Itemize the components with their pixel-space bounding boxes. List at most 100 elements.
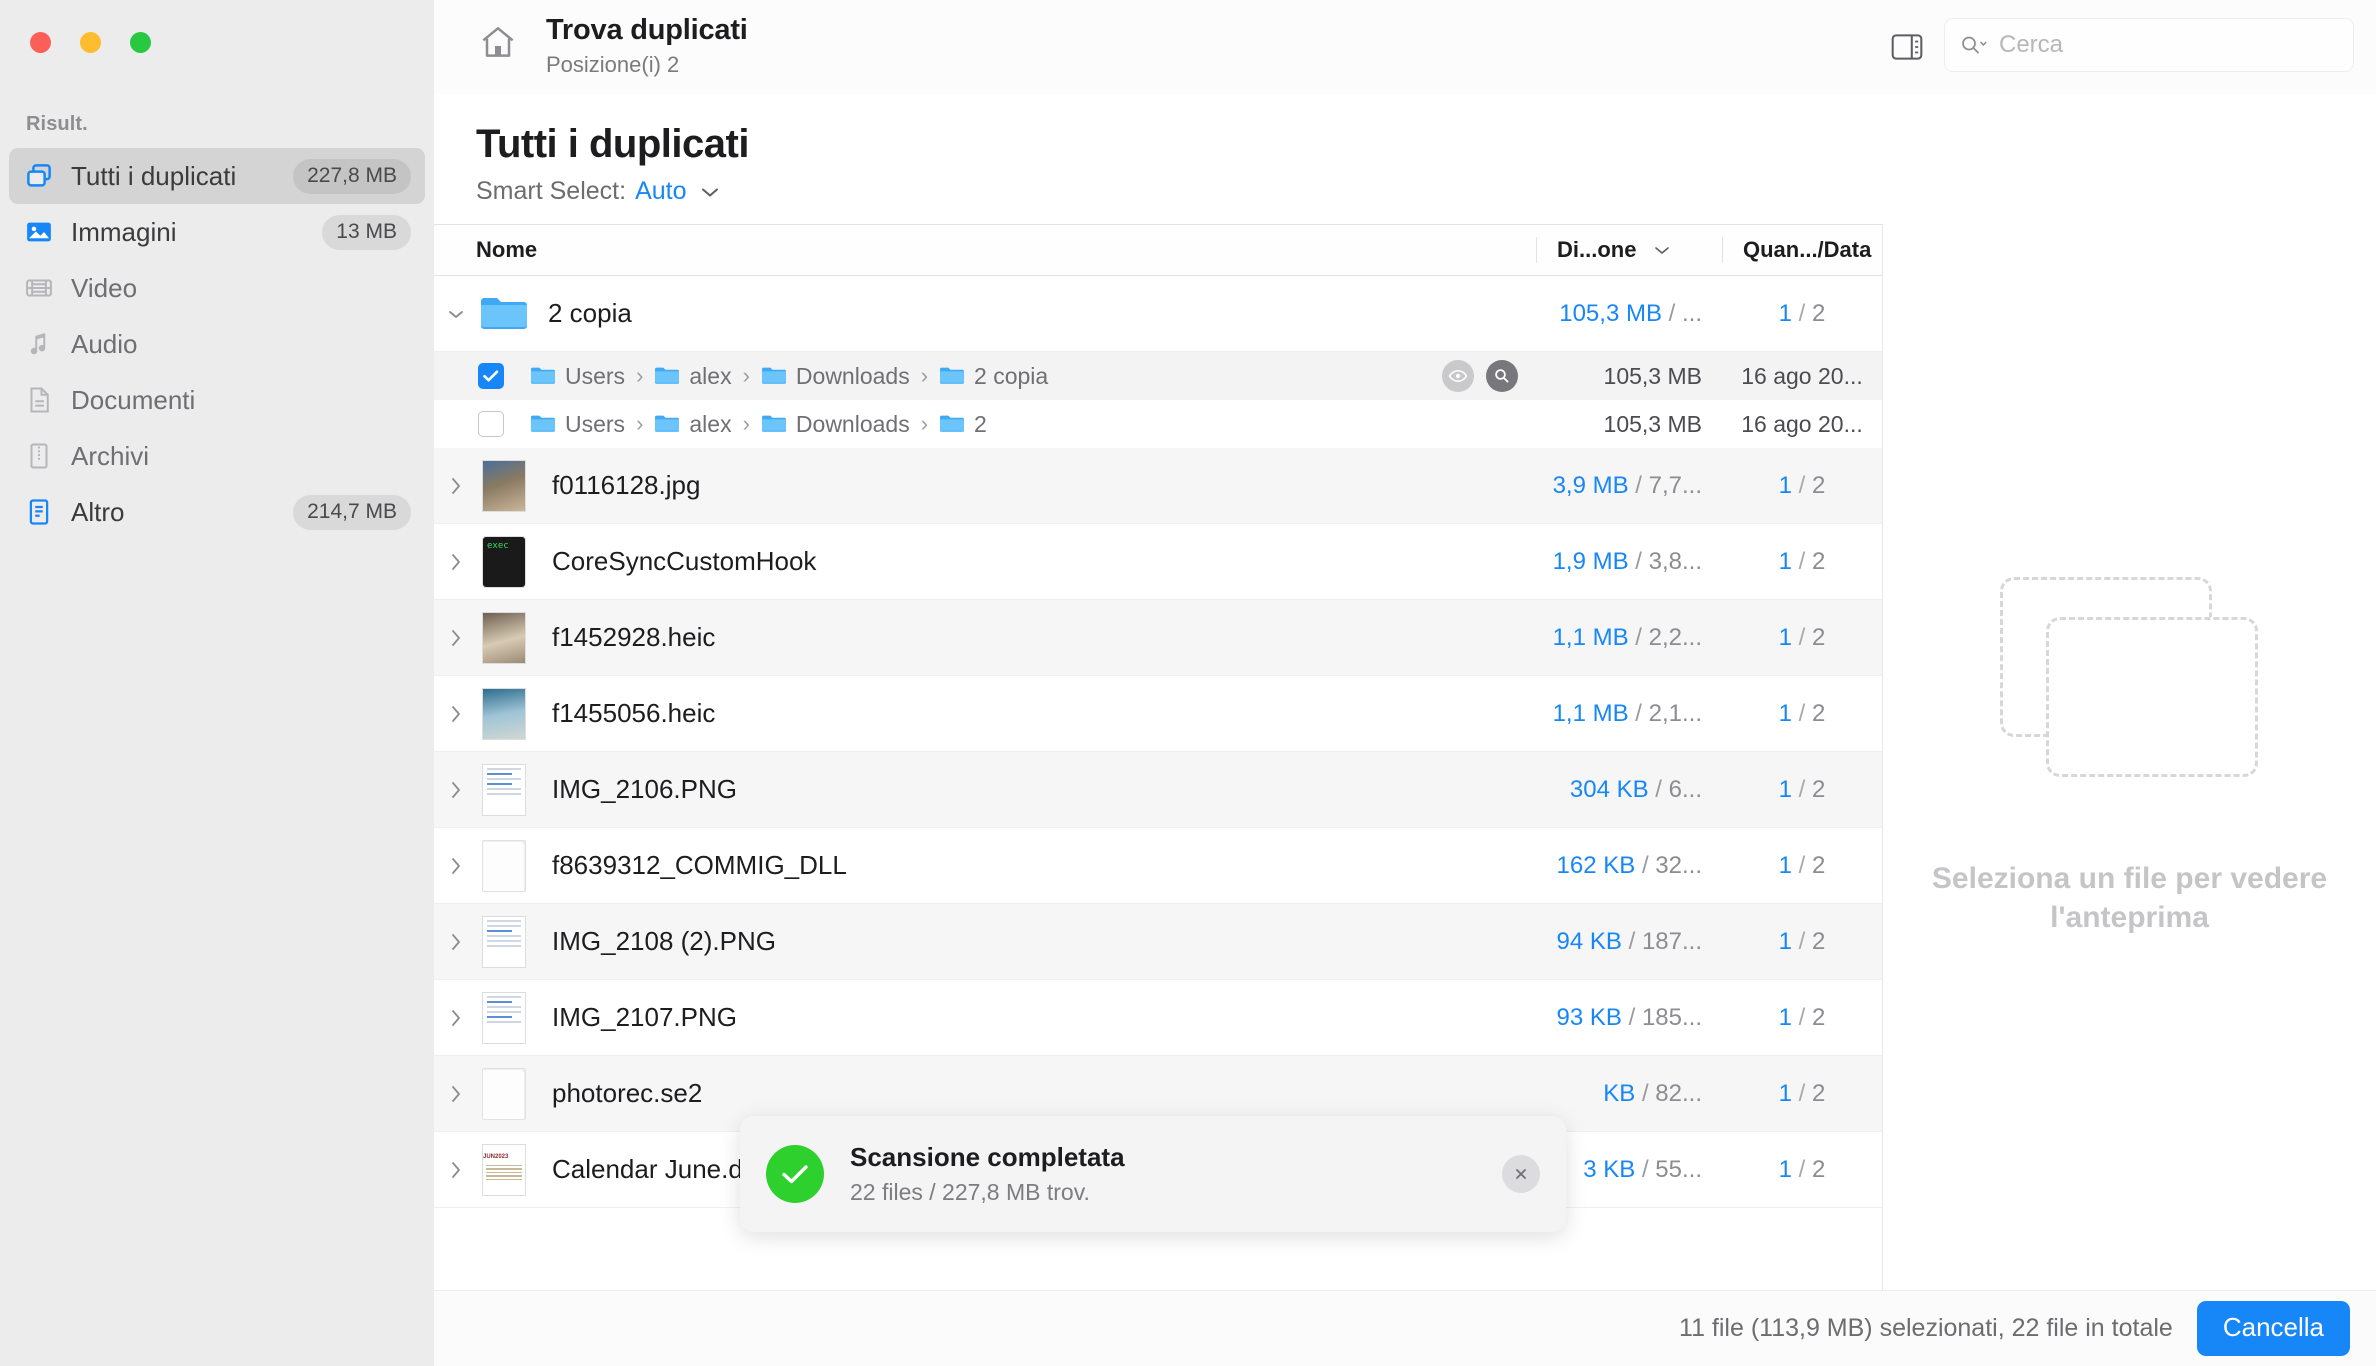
toast-body: Scansione completata 22 files / 227,8 MB… [850,1142,1502,1206]
chevron-right-icon[interactable] [434,1007,478,1029]
chevron-right-icon[interactable] [434,551,478,573]
row-name: f1452928.heic [552,622,716,652]
breadcrumb-segment[interactable]: Downloads [761,411,910,438]
row-size: 1,9 MB / 3,8... [1552,547,1702,575]
row-checkbox[interactable] [478,411,504,437]
row-name: CoreSyncCustomHook [552,546,817,576]
preview-pane: Seleziona un file per vedere l'anteprima [1883,224,2376,1290]
chevron-right-icon[interactable] [434,627,478,649]
magnifier-icon[interactable] [1486,360,1518,392]
close-icon[interactable] [1502,1155,1540,1193]
chevron-right-icon[interactable] [434,855,478,877]
zoom-window-button[interactable] [130,32,151,53]
cancel-button[interactable]: Cancella [2196,1301,2350,1356]
sidebar-item-tutti-i-duplicati[interactable]: Tutti i duplicati 227,8 MB [9,148,425,204]
table-row[interactable]: f0116128.jpg 3,9 MB / 7,7... 1 / 2 [434,448,1882,524]
chevron-right-icon: › [920,411,929,436]
breadcrumb-segment[interactable]: Users [530,411,625,438]
search-input[interactable] [1999,31,2339,59]
sidebar-item-altro[interactable]: Altro 214,7 MB [9,484,425,540]
smart-select-row[interactable]: Smart Select: Auto [476,177,2376,206]
folder-icon [761,365,787,387]
table-row[interactable]: f1452928.heic 1,1 MB / 2,2... 1 / 2 [434,600,1882,676]
column-header-size-label: Di...one [1557,237,1637,262]
sidebar-item-label: Tutti i duplicati [71,160,237,191]
breadcrumb-segment[interactable]: Downloads [761,363,910,390]
table-row[interactable]: exec CoreSyncCustomHook 1,9 MB / 3,8... … [434,524,1882,600]
table-row[interactable]: IMG_2108 (2).PNG 94 KB / 187... 1 / 2 [434,904,1882,980]
blank-doc-thumb [478,838,530,894]
table-row[interactable]: f1455056.heic 1,1 MB / 2,1... 1 / 2 [434,676,1882,752]
table-row[interactable]: IMG_2107.PNG 93 KB / 185... 1 / 2 [434,980,1882,1056]
column-header-qty-date[interactable]: Quan.../Data [1722,237,1882,263]
chevron-right-icon[interactable] [434,1083,478,1105]
sidebar-item-audio[interactable]: Audio [9,316,425,372]
sidebar-item-video[interactable]: Video [9,260,425,316]
page-title-header: Trova duplicati [546,14,748,46]
row-size: 162 KB / 32... [1556,851,1702,879]
breadcrumb-segment[interactable]: Users [530,363,625,390]
row-name: IMG_2106.PNG [552,774,737,804]
selection-status: 11 file (113,9 MB) selezionati, 22 file … [1679,1314,2173,1342]
table-row-child[interactable]: Users › alex › Downloads [434,400,1882,448]
breadcrumb-label: Downloads [795,410,910,437]
search-box[interactable] [1944,18,2354,72]
breadcrumb-segment[interactable]: alex [654,411,732,438]
row-name: f8639312_COMMIG_DLL [552,850,847,880]
row-qty: 1 / 2 [1778,547,1826,575]
topbar: Trova duplicati Posizione(i) 2 [434,0,2376,94]
toast-subtitle: 22 files / 227,8 MB trov. [850,1179,1090,1205]
chevron-right-icon[interactable] [434,779,478,801]
column-header-name[interactable]: Nome [434,237,1536,263]
table-header: Nome Di...one Quan.../Data [434,224,1882,276]
duplicates-icon [23,160,55,192]
home-icon[interactable] [478,22,518,67]
minimize-window-button[interactable] [80,32,101,53]
path-breadcrumb: Users › alex › Downloads [530,411,1536,438]
page-title: Tutti i duplicati [476,122,749,166]
sidebar-item-immagini[interactable]: Immagini 13 MB [9,204,425,260]
locations-count: Posizione(i) 2 [546,52,680,77]
row-name: IMG_2107.PNG [552,1002,737,1032]
chevron-down-icon[interactable] [699,185,721,199]
smart-select-value[interactable]: Auto [635,177,686,206]
chevron-down-icon[interactable] [434,308,478,320]
image-thumb-2 [478,610,530,666]
table-row[interactable]: 2 copia 105,3 MB / ... 1 / 2 [434,276,1882,352]
breadcrumb-segment[interactable]: alex [654,363,732,390]
row-checkbox[interactable] [478,363,504,389]
folder-icon [761,413,787,435]
video-icon [23,272,55,304]
chevron-right-icon[interactable] [434,475,478,497]
screenshot-thumb-1 [478,762,530,818]
sidebar: Risult. Tutti i duplicati 227,8 MB Immag… [0,0,434,1366]
row-size: 105,3 MB [1603,410,1702,437]
sidebar-item-documenti[interactable]: Documenti [9,372,425,428]
close-window-button[interactable] [30,32,51,53]
row-size: 1,1 MB / 2,1... [1552,699,1702,727]
table-row[interactable]: f8639312_COMMIG_DLL 162 KB / 32... 1 / 2 [434,828,1882,904]
chevron-right-icon[interactable] [434,703,478,725]
row-qty: 1 / 2 [1778,471,1826,499]
sidebar-item-badge: 227,8 MB [293,158,411,194]
chevron-down-icon[interactable] [1652,244,1672,256]
search-icon[interactable] [1959,33,1989,57]
sidebar-item-label: Video [71,272,138,303]
chevron-right-icon: › [636,411,644,436]
chevron-right-icon[interactable] [434,1159,478,1181]
chevron-right-icon[interactable] [434,931,478,953]
table-row-child[interactable]: Users › alex › Downloads [434,352,1882,400]
column-header-size[interactable]: Di...one [1536,237,1722,263]
table-row[interactable]: IMG_2106.PNG 304 KB / 6... 1 / 2 [434,752,1882,828]
breadcrumb-segment[interactable]: 2 copia [939,363,1048,390]
breadcrumb-segment[interactable]: 2 [939,411,987,438]
preview-placeholder-text: Seleziona un file per vedere l'anteprima [1931,862,2328,934]
row-qty: 1 / 2 [1778,1079,1826,1107]
breadcrumb-label: 2 [974,410,987,437]
row-size: 93 KB / 185... [1556,1003,1702,1031]
eye-icon[interactable] [1442,360,1474,392]
image-icon [23,216,55,248]
sidebar-toggle-icon[interactable] [1886,26,1928,68]
sidebar-item-archivi[interactable]: Archivi [9,428,425,484]
folder-icon [654,365,680,387]
